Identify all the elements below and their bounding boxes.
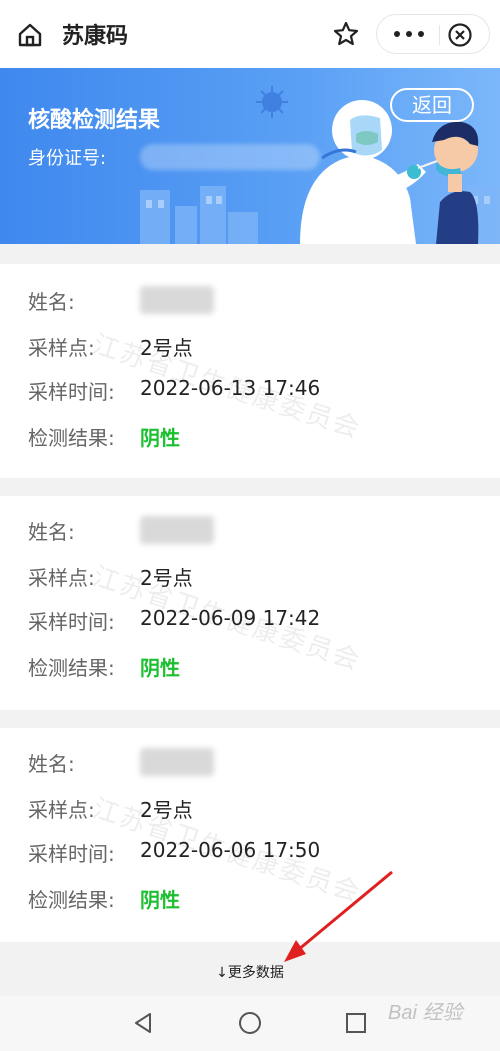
time-value: 2022-06-09 17:42: [140, 606, 321, 630]
result-label: 检测结果:: [28, 426, 115, 450]
site-value: 2号点: [140, 798, 193, 822]
nav-recent-icon[interactable]: [343, 1010, 369, 1036]
name-redacted: [140, 748, 214, 776]
result-label: 检测结果:: [28, 656, 115, 680]
name-label: 姓名:: [28, 752, 75, 776]
site-label: 采样点:: [28, 566, 95, 590]
result-value: 阴性: [140, 656, 180, 680]
site-label: 采样点:: [28, 336, 95, 360]
result-label: 检测结果:: [28, 888, 115, 912]
name-label: 姓名:: [28, 520, 75, 544]
result-card: 江苏省卫生健康委员会 姓名: 采样点: 2号点 采样时间: 2022-06-06…: [0, 728, 500, 942]
close-icon[interactable]: [447, 22, 473, 48]
more-icon[interactable]: [389, 23, 429, 45]
time-value: 2022-06-13 17:46: [140, 376, 321, 400]
id-number-label: 身份证号:: [28, 148, 107, 169]
id-number-redacted: [140, 144, 320, 170]
capsule-divider: [439, 25, 440, 45]
site-label: 采样点:: [28, 798, 95, 822]
time-label: 采样时间:: [28, 610, 115, 634]
time-label: 采样时间:: [28, 380, 115, 404]
result-card: 江苏省卫生健康委员会 姓名: 采样点: 2号点 采样时间: 2022-06-13…: [0, 264, 500, 478]
baidu-jingyan-watermark: Bai 经验: [388, 1002, 463, 1024]
site-value: 2号点: [140, 336, 193, 360]
time-label: 采样时间:: [28, 842, 115, 866]
result-banner: 核酸检测结果 身份证号: 返回: [0, 68, 500, 244]
result-value: 阴性: [140, 426, 180, 450]
name-redacted: [140, 516, 214, 544]
nav-home-icon[interactable]: [237, 1010, 263, 1036]
time-value: 2022-06-06 17:50: [140, 838, 321, 862]
site-value: 2号点: [140, 566, 193, 590]
name-label: 姓名:: [28, 290, 75, 314]
nav-back-icon[interactable]: [130, 1010, 156, 1036]
home-icon[interactable]: [16, 21, 44, 49]
more-data-link[interactable]: ↓更多数据: [0, 962, 500, 982]
back-button[interactable]: 返回: [390, 88, 474, 122]
result-card: 江苏省卫生健康委员会 姓名: 采样点: 2号点 采样时间: 2022-06-09…: [0, 496, 500, 710]
banner-title: 核酸检测结果: [28, 108, 161, 133]
app-header: 苏康码: [0, 0, 500, 68]
result-value: 阴性: [140, 888, 180, 912]
name-redacted: [140, 286, 214, 314]
mini-program-capsule: [376, 14, 490, 54]
star-icon[interactable]: [332, 20, 360, 48]
page-title: 苏康码: [62, 24, 129, 49]
